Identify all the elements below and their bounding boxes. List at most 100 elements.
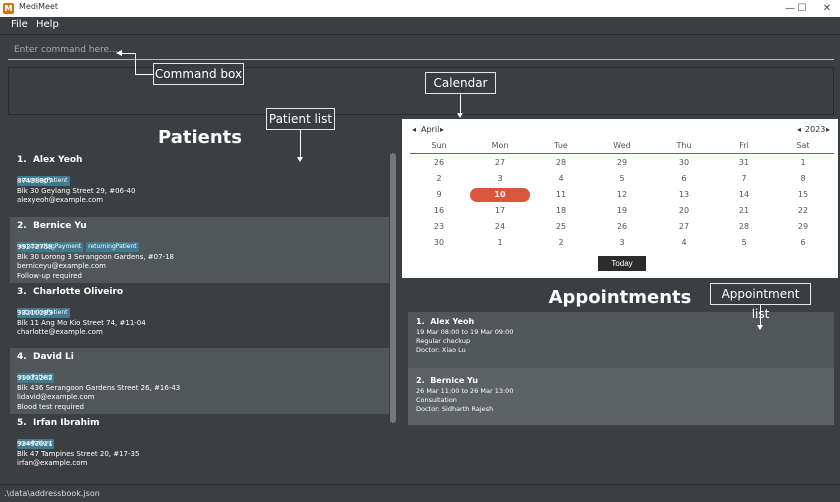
patient-list-callout: Patient list xyxy=(266,108,335,130)
patient-phone: 93210283 xyxy=(17,309,53,317)
weekday-label: Mon xyxy=(491,141,509,150)
calendar-day[interactable]: 6 xyxy=(773,236,833,250)
calendar-day[interactable]: 1 xyxy=(773,156,833,170)
calendar-month: April xyxy=(421,125,440,134)
patient-email: berniceyu@example.com xyxy=(17,262,106,270)
patient-email: lidavid@example.com xyxy=(17,393,95,401)
weekday-label: Sun xyxy=(431,141,447,150)
calendar: ◂ April ▸ ◂ 2023 ▸ Sun Mon Tue Wed Thu F… xyxy=(402,119,838,278)
calendar-day[interactable]: 7 xyxy=(714,172,774,186)
maximize-button[interactable]: ☐ xyxy=(789,1,815,16)
calendar-day[interactable]: 14 xyxy=(714,188,774,202)
patient-tag: returningPatient xyxy=(86,242,139,252)
today-button[interactable]: Today xyxy=(598,256,646,271)
patient-card[interactable]: 4. David Li newPatient 91031282 Blk 436 … xyxy=(10,348,389,414)
calendar-day[interactable]: 11 xyxy=(531,188,591,202)
calendar-day[interactable]: 28 xyxy=(714,220,774,234)
calendar-day[interactable]: 22 xyxy=(773,204,833,218)
calendar-day[interactable]: 31 xyxy=(714,156,774,170)
calendar-day[interactable]: 2 xyxy=(531,236,591,250)
appointment-description: Consultation xyxy=(416,396,457,404)
patient-name: 3. Charlotte Oliveiro xyxy=(17,287,124,297)
calendar-year: 2023 xyxy=(805,125,826,134)
calendar-day[interactable]: 3 xyxy=(470,172,530,186)
patient-address: Blk 47 Tampines Street 20, #17-35 xyxy=(17,449,140,458)
next-year-button[interactable]: ▸ xyxy=(826,125,830,134)
close-button[interactable]: ✕ xyxy=(814,1,840,16)
menu-file[interactable]: File xyxy=(11,19,28,30)
calendar-day[interactable]: 30 xyxy=(409,236,469,250)
appointment-description: Regular checkup xyxy=(416,337,471,345)
calendar-day-selected[interactable]: 10 xyxy=(470,188,530,202)
calendar-day[interactable]: 5 xyxy=(592,172,652,186)
calendar-day[interactable]: 27 xyxy=(470,156,530,170)
calendar-day[interactable]: 29 xyxy=(773,220,833,234)
calendar-day[interactable]: 16 xyxy=(409,204,469,218)
calendar-day[interactable]: 15 xyxy=(773,188,833,202)
patient-phone: 92492021 xyxy=(17,440,53,448)
data-file-path: .\data\addressbook.json xyxy=(4,489,100,498)
patient-card[interactable]: 3. Charlotte Oliveiro returningPatient 9… xyxy=(10,283,389,348)
calendar-day[interactable]: 12 xyxy=(592,188,652,202)
patient-note: Blood test required xyxy=(17,402,84,411)
prev-year-button[interactable]: ◂ xyxy=(797,125,801,134)
calendar-day[interactable]: 6 xyxy=(654,172,714,186)
calendar-day[interactable]: 4 xyxy=(654,236,714,250)
patient-email: alexyeoh@example.com xyxy=(17,196,104,204)
calendar-day[interactable]: 2 xyxy=(409,172,469,186)
callout-arrow-icon xyxy=(116,50,122,56)
appointment-list-callout: Appointment list xyxy=(710,283,811,321)
calendar-day[interactable]: 21 xyxy=(714,204,774,218)
patient-card[interactable]: 2. Bernice Yu outstandingPayment returnin… xyxy=(10,217,389,283)
patients-title: Patients xyxy=(158,127,242,148)
patient-phone: 87438807 xyxy=(17,177,53,185)
calendar-day[interactable]: 18 xyxy=(531,204,591,218)
status-bar: .\data\addressbook.json xyxy=(0,484,840,502)
calendar-day[interactable]: 28 xyxy=(531,156,591,170)
appointment-name: 1. Alex Yeoh xyxy=(416,317,475,326)
patient-list-scroll-thumb[interactable] xyxy=(390,153,396,423)
menu-help[interactable]: Help xyxy=(36,19,59,30)
patient-list[interactable]: 1. Alex Yeoh returningPatient 87438807 B… xyxy=(10,151,389,479)
appointment-card[interactable]: 2. Bernice Yu 26 Mar 11:00 to 26 Mar 13:… xyxy=(408,368,834,425)
calendar-callout: Calendar xyxy=(425,72,496,94)
calendar-day[interactable]: 23 xyxy=(409,220,469,234)
calendar-day[interactable]: 3 xyxy=(592,236,652,250)
calendar-day[interactable]: 9 xyxy=(409,188,469,202)
patient-card[interactable]: 1. Alex Yeoh returningPatient 87438807 B… xyxy=(10,151,389,217)
calendar-day[interactable]: 29 xyxy=(592,156,652,170)
callout-connector xyxy=(135,74,153,75)
calendar-day[interactable]: 26 xyxy=(592,220,652,234)
calendar-day[interactable]: 1 xyxy=(470,236,530,250)
title-bar: M MediMeet — ☐ ✕ xyxy=(0,0,840,17)
calendar-day[interactable]: 4 xyxy=(531,172,591,186)
calendar-day[interactable]: 13 xyxy=(654,188,714,202)
command-input[interactable] xyxy=(8,40,834,60)
calendar-day[interactable]: 19 xyxy=(592,204,652,218)
weekday-label: Wed xyxy=(613,141,631,150)
prev-month-button[interactable]: ◂ xyxy=(412,125,416,134)
weekday-label: Tue xyxy=(554,141,568,150)
patient-name: 1. Alex Yeoh xyxy=(17,155,83,165)
calendar-day[interactable]: 8 xyxy=(773,172,833,186)
calendar-day[interactable]: 27 xyxy=(654,220,714,234)
calendar-day[interactable]: 5 xyxy=(714,236,774,250)
appointment-time: 19 Mar 08:00 to 19 Mar 09:00 xyxy=(416,328,514,336)
appointment-list[interactable]: 1. Alex Yeoh 19 Mar 08:00 to 19 Mar 09:0… xyxy=(408,312,834,425)
callout-arrow-icon xyxy=(457,113,463,118)
calendar-day[interactable]: 20 xyxy=(654,204,714,218)
calendar-day[interactable]: 30 xyxy=(654,156,714,170)
patient-card[interactable]: 5. Irfan Ibrahim newPatient 92492021 Blk… xyxy=(10,414,389,479)
next-month-button[interactable]: ▸ xyxy=(440,125,444,134)
callout-connector xyxy=(760,305,761,325)
calendar-day[interactable]: 24 xyxy=(470,220,530,234)
callout-connector xyxy=(460,94,461,113)
calendar-day[interactable]: 25 xyxy=(531,220,591,234)
command-box-callout: Command box xyxy=(153,63,244,85)
calendar-day[interactable]: 26 xyxy=(409,156,469,170)
calendar-day[interactable]: 17 xyxy=(470,204,530,218)
patient-name: 2. Bernice Yu xyxy=(17,221,87,231)
appointment-card[interactable]: 1. Alex Yeoh 19 Mar 08:00 to 19 Mar 09:0… xyxy=(408,312,834,368)
window-title: MediMeet xyxy=(19,2,59,11)
patient-address: Blk 30 Geylang Street 29, #06-40 xyxy=(17,186,136,195)
